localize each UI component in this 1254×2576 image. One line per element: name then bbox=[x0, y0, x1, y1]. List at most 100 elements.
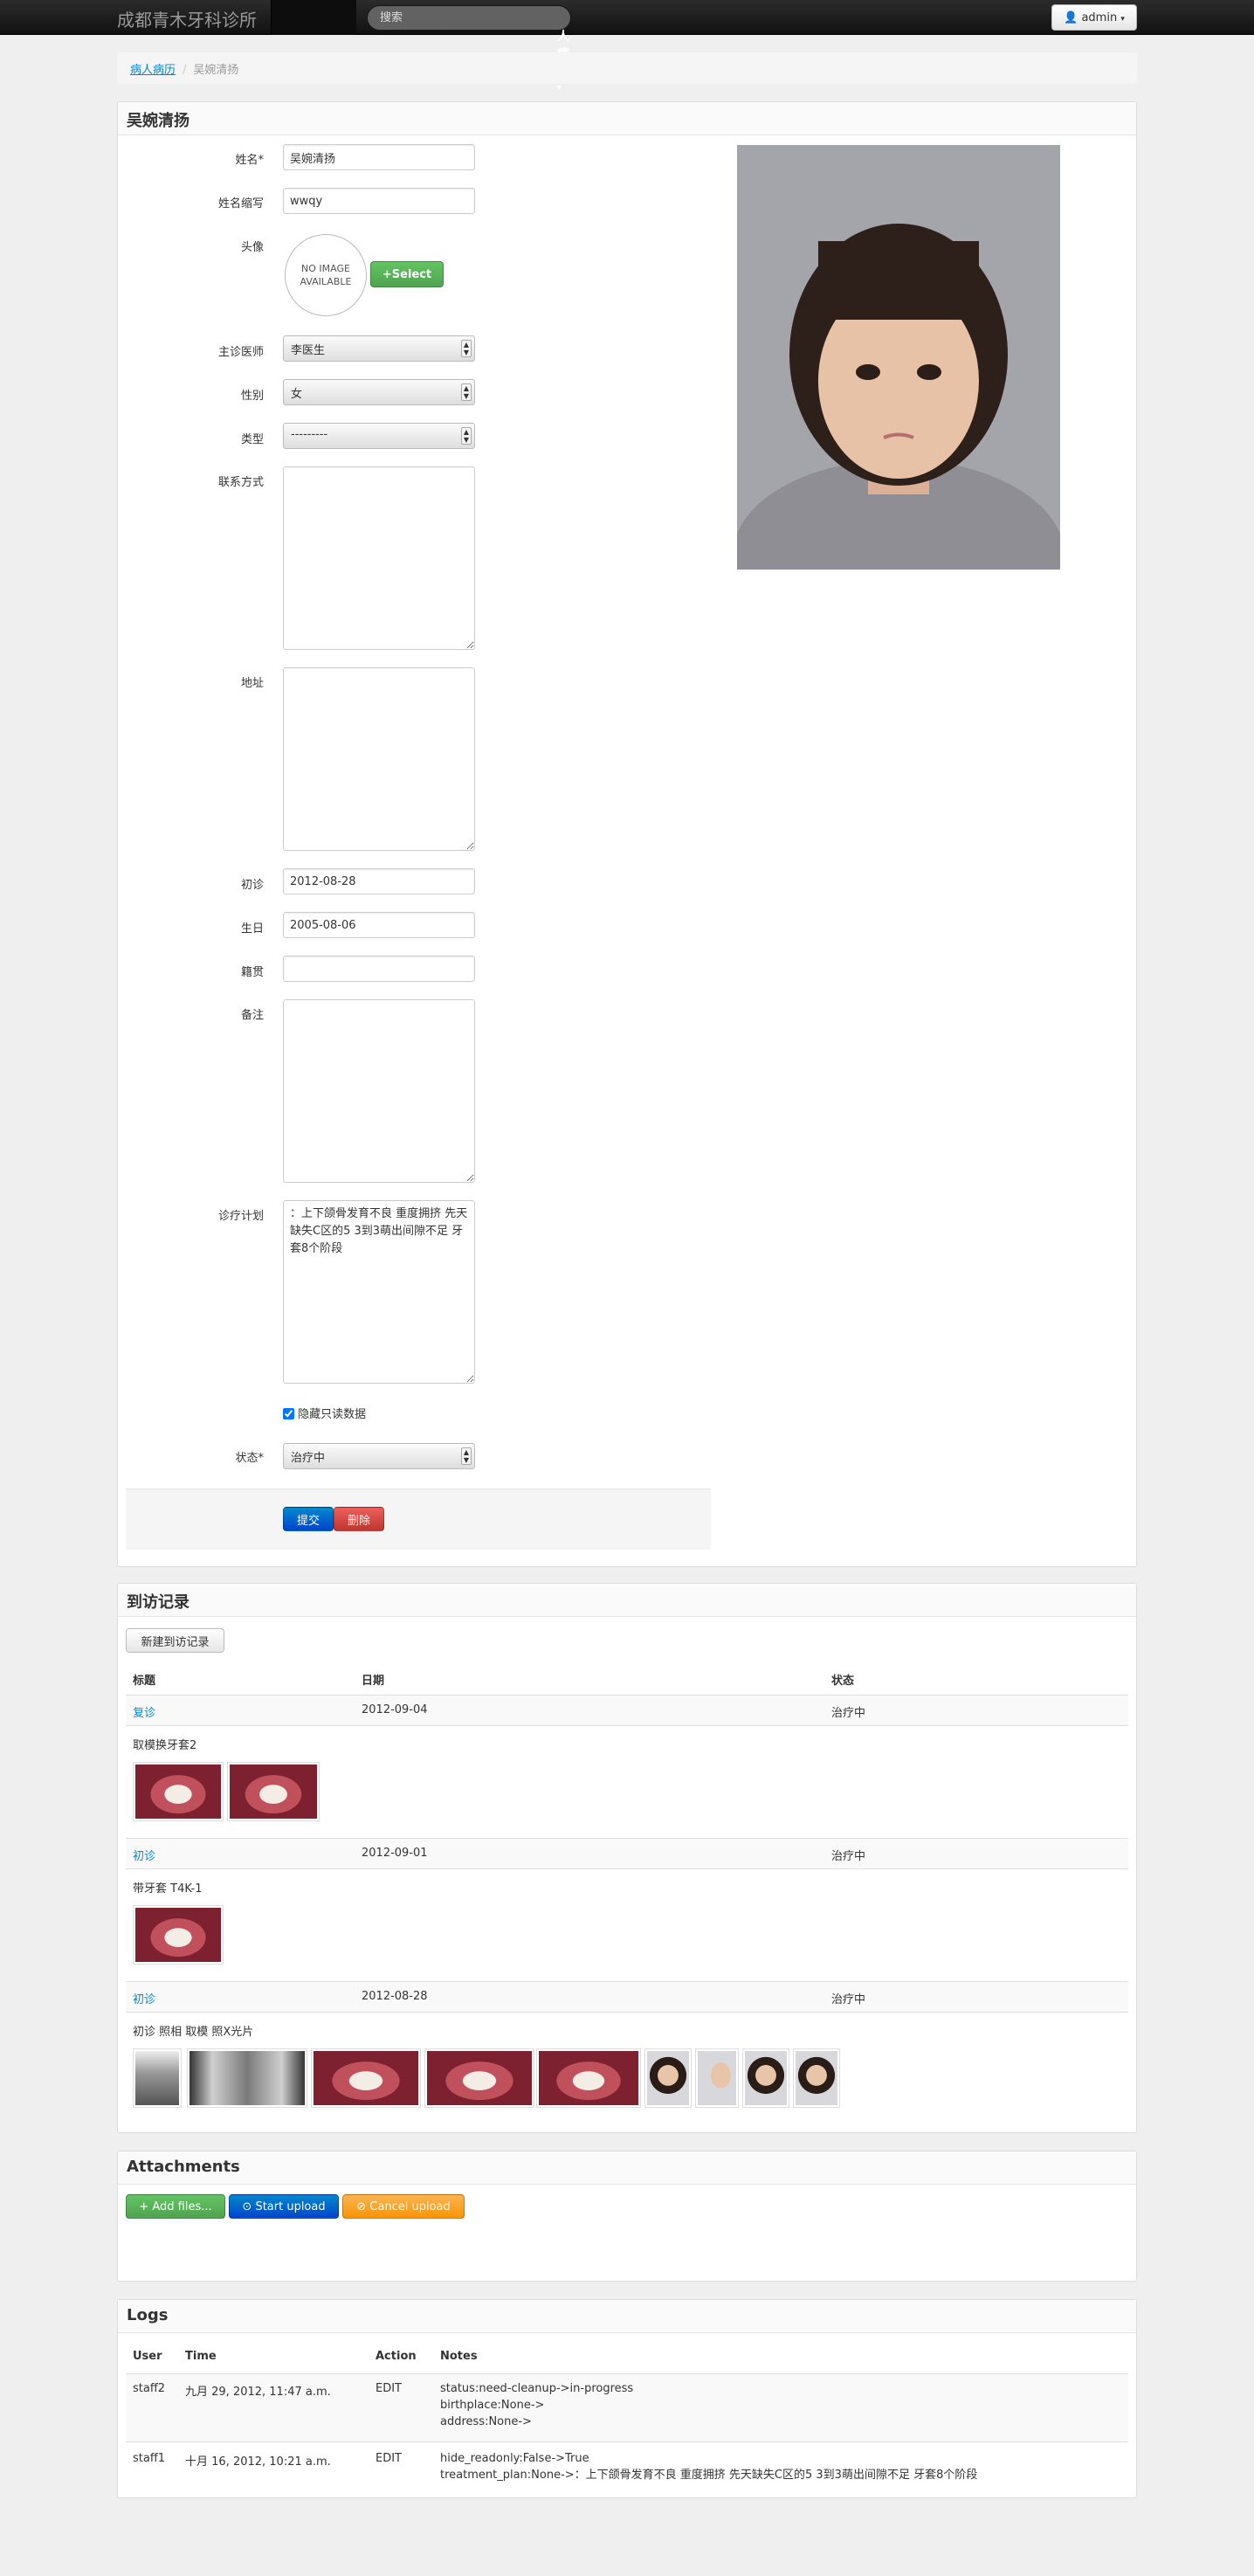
visit-thumbnails bbox=[133, 1905, 1006, 1966]
birthday-label: 生日 bbox=[240, 922, 264, 936]
name-label: 姓名* bbox=[235, 154, 264, 167]
visit-date: 2012-09-01 bbox=[362, 1847, 428, 1860]
log-user: staff1 bbox=[133, 2452, 166, 2465]
caret-down-icon: ▾ bbox=[1120, 14, 1125, 24]
contact-label: 联系方式 bbox=[217, 476, 264, 489]
face-photo-thumbnail[interactable] bbox=[742, 2048, 789, 2108]
log-note: birthplace:None-> bbox=[440, 2399, 545, 2412]
breadcrumb: 病人病历 / 吴婉清扬 bbox=[117, 52, 1137, 84]
teeth-photo-thumbnail[interactable] bbox=[133, 1905, 224, 1965]
teeth-photo-thumbnail[interactable] bbox=[536, 2048, 641, 2108]
cancel-upload-button[interactable]: ⊘ Cancel upload bbox=[342, 2194, 465, 2219]
log-note: address:None-> bbox=[440, 2415, 532, 2428]
search-input[interactable] bbox=[367, 5, 571, 31]
name-field[interactable] bbox=[283, 144, 475, 170]
birthplace-label: 籍贯 bbox=[240, 966, 264, 979]
breadcrumb-separator: / bbox=[183, 64, 187, 77]
log-row: staff1 十月 16, 2012, 10:21 a.m. EDIT hide… bbox=[126, 2442, 1128, 2488]
birthplace-field[interactable] bbox=[283, 956, 475, 982]
first-visit-label: 初诊 bbox=[240, 879, 264, 892]
status-select[interactable]: 治疗中 ▲ ▼ bbox=[283, 1443, 475, 1469]
teeth-photo-thumbnail[interactable] bbox=[133, 1762, 224, 1821]
caret-down-icon: ▾ bbox=[557, 84, 562, 93]
patient-panel-title: 吴婉清扬 bbox=[118, 102, 1136, 135]
address-label: 地址 bbox=[240, 677, 264, 690]
avatar-text-1: NO IMAGE bbox=[301, 263, 350, 274]
type-select[interactable]: --------- ▲ ▼ bbox=[283, 423, 475, 449]
avatar-placeholder: NO IMAGE AVAILABLE bbox=[285, 234, 367, 316]
xray-thumbnail[interactable] bbox=[133, 2048, 182, 2108]
visit-title-link[interactable]: 初诊 bbox=[133, 1990, 155, 2006]
gender-label: 性别 bbox=[240, 390, 264, 403]
select-arrows-icon: ▲ ▼ bbox=[461, 1447, 472, 1465]
visits-panel-title: 到访记录 bbox=[118, 1584, 1136, 1617]
log-row: staff2 九月 29, 2012, 11:47 a.m. EDIT stat… bbox=[126, 2373, 1128, 2442]
plus-icon: + bbox=[139, 2200, 149, 2213]
face-photo-thumbnail[interactable] bbox=[793, 2048, 840, 2108]
panoramic-xray-thumbnail[interactable] bbox=[187, 2048, 307, 2108]
new-visit-button[interactable]: 新建到访记录 bbox=[126, 1628, 224, 1653]
hide-readonly-option[interactable]: 隐藏只读数据 bbox=[283, 1405, 366, 1421]
visit-title-link[interactable]: 初诊 bbox=[133, 1847, 155, 1863]
visit-thumbnails bbox=[133, 1762, 1006, 1823]
start-upload-button[interactable]: ⊙ Start upload bbox=[229, 2194, 339, 2219]
avatar-label: 头像 bbox=[240, 241, 264, 254]
first-visit-field[interactable] bbox=[283, 868, 475, 894]
user-menu-button[interactable]: 👤 admin ▾ bbox=[1051, 4, 1137, 31]
abbr-field[interactable] bbox=[283, 188, 475, 214]
log-note: status:need-cleanup->in-progress bbox=[440, 2382, 634, 2395]
logs-header-notes: Notes bbox=[440, 2350, 478, 2363]
visit-thumbnails bbox=[133, 2048, 1006, 2110]
visit-row: 复诊 2012-09-04 治疗中 bbox=[126, 1695, 1128, 1726]
select-arrows-icon: ▲ ▼ bbox=[461, 427, 472, 445]
address-field[interactable] bbox=[283, 667, 475, 851]
gender-select[interactable]: 女 ▲ ▼ bbox=[283, 379, 475, 405]
visit-note: 取模换牙套2 bbox=[133, 1739, 197, 1752]
attachments-panel-title: Attachments bbox=[118, 2151, 1136, 2185]
type-label: 类型 bbox=[240, 433, 264, 446]
profile-photo-thumbnail[interactable] bbox=[695, 2048, 739, 2108]
nav-menu-patients[interactable]: 病人病历 ▾ bbox=[272, 0, 569, 93]
visits-header-status: 状态 bbox=[831, 1675, 855, 1688]
contact-field[interactable] bbox=[283, 466, 475, 650]
teeth-photo-thumbnail[interactable] bbox=[311, 2048, 421, 2108]
visit-date: 2012-08-28 bbox=[362, 1990, 428, 2003]
teeth-photo-thumbnail[interactable] bbox=[227, 1762, 320, 1821]
top-navbar: 成都青木牙科诊所 病人病历 ▾ 👤 admin ▾ bbox=[0, 0, 1254, 93]
teeth-photo-thumbnail[interactable] bbox=[424, 2048, 534, 2108]
birthday-field[interactable] bbox=[283, 912, 475, 938]
form-actions: 提交 删除 bbox=[126, 1488, 711, 1550]
remark-field[interactable] bbox=[283, 999, 475, 1183]
visit-note: 带牙套 T4K-1 bbox=[133, 1882, 203, 1896]
cancel-icon: ⊘ bbox=[356, 2200, 367, 2213]
visit-status: 治疗中 bbox=[831, 1993, 866, 2006]
visits-header-date: 日期 bbox=[362, 1675, 385, 1688]
visit-status: 治疗中 bbox=[831, 1850, 866, 1863]
avatar-text-2: AVAILABLE bbox=[300, 276, 352, 287]
logs-panel-title: Logs bbox=[118, 2300, 1136, 2333]
hide-readonly-checkbox[interactable] bbox=[283, 1408, 294, 1419]
log-user: staff2 bbox=[133, 2382, 166, 2395]
remark-label: 备注 bbox=[240, 1009, 264, 1022]
doctor-label: 主诊医师 bbox=[217, 346, 264, 359]
upload-icon: ⊙ bbox=[242, 2200, 252, 2213]
select-arrows-icon: ▲ ▼ bbox=[461, 340, 472, 357]
log-action: EDIT bbox=[376, 2452, 402, 2465]
patient-photo bbox=[737, 145, 1060, 570]
doctor-select[interactable]: 李医生 ▲ ▼ bbox=[283, 335, 475, 362]
visit-row: 初诊 2012-09-01 治疗中 bbox=[126, 1838, 1128, 1869]
delete-button[interactable]: 删除 bbox=[334, 1507, 384, 1531]
submit-button[interactable]: 提交 bbox=[283, 1507, 334, 1531]
brand-title[interactable]: 成都青木牙科诊所 bbox=[117, 6, 257, 31]
log-time: 九月 29, 2012, 11:47 a.m. bbox=[185, 2386, 331, 2399]
plan-label: 诊疗计划 bbox=[217, 1210, 264, 1223]
breadcrumb-root-link[interactable]: 病人病历 bbox=[130, 64, 176, 77]
treatment-plan-field[interactable]: ：上下颌骨发育不良 重度拥挤 先天缺失C区的5 3到3萌出间隙不足 牙套8个阶段 bbox=[283, 1200, 475, 1384]
face-photo-thumbnail[interactable] bbox=[644, 2048, 692, 2108]
select-avatar-button[interactable]: +Select bbox=[370, 261, 444, 287]
add-files-button[interactable]: + Add files... bbox=[126, 2194, 225, 2219]
log-action: EDIT bbox=[376, 2382, 402, 2395]
log-note: treatment_plan:None->：上下颌骨发育不良 重度拥挤 先天缺失… bbox=[440, 2469, 978, 2482]
patient-photo-image bbox=[737, 145, 1060, 570]
visit-title-link[interactable]: 复诊 bbox=[133, 1703, 155, 1720]
